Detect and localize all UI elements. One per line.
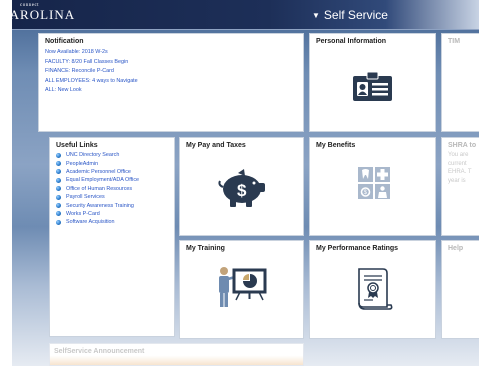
notification-link[interactable]: FINANCE: Reconcile P-Card: [45, 67, 138, 77]
tile-title: Notification: [45, 38, 84, 45]
shra-tile[interactable]: SHRA to You are current EHRA. T year is: [441, 137, 479, 236]
benefits-icon: $: [358, 167, 390, 199]
bullet-icon: [56, 152, 61, 158]
tile-title: TIM: [448, 38, 461, 45]
tile-title: Help: [448, 245, 464, 252]
dropdown-arrow-icon: ▼: [312, 11, 320, 20]
pay-and-taxes-tile[interactable]: My Pay and Taxes $: [179, 137, 304, 236]
tile-title: Useful Links: [56, 142, 98, 149]
personal-information-tile[interactable]: Personal Information: [309, 33, 436, 132]
useful-links-tile: Useful Links UNC Directory Search People…: [49, 137, 175, 337]
notification-link[interactable]: ALL EMPLOYEES: 4 ways to Navigate: [45, 77, 138, 87]
shra-line: current: [448, 160, 467, 167]
shra-line: year is: [448, 177, 466, 184]
tile-title: My Pay and Taxes: [186, 142, 246, 149]
useful-link[interactable]: PeopleAdmin: [56, 159, 139, 167]
top-banner: connect CAROLINA ▼Self Service: [12, 0, 479, 30]
presenter-icon: [219, 267, 267, 307]
bullet-icon: [56, 186, 61, 192]
selfservice-announcement: SelfService Announcement: [49, 343, 304, 366]
connect-carolina-logo[interactable]: CAROLINA: [12, 7, 75, 23]
bullet-icon: [56, 211, 61, 217]
link-label: UNC Directory Search: [66, 152, 120, 159]
tile-title: My Performance Ratings: [316, 245, 399, 252]
bullet-icon: [56, 177, 61, 183]
shra-text: You are current EHRA. T year is: [448, 151, 472, 185]
useful-link[interactable]: Academic Personnel Office: [56, 168, 139, 176]
bullet-icon: [56, 169, 61, 175]
tile-title: My Training: [186, 245, 225, 252]
svg-text:$: $: [237, 181, 247, 200]
link-label: Software Acquisition: [66, 219, 115, 226]
useful-link[interactable]: UNC Directory Search: [56, 151, 139, 159]
bullet-icon: [56, 219, 61, 225]
useful-links-list: UNC Directory Search PeopleAdmin Academi…: [56, 151, 139, 227]
notification-link[interactable]: FACULTY: 8/20 Fall Classes Begin: [45, 58, 138, 68]
training-tile[interactable]: My Training: [179, 240, 304, 339]
bullet-icon: [56, 203, 61, 209]
id-card-icon: [353, 72, 392, 101]
useful-link[interactable]: Works P-Card: [56, 210, 139, 218]
bullet-icon: [56, 161, 61, 167]
tile-title: Personal Information: [316, 38, 387, 45]
piggy-bank-icon: $: [218, 169, 265, 207]
notification-tile[interactable]: Notification Now Available: 2018 W-2s FA…: [38, 33, 304, 132]
page-background: connect CAROLINA ▼Self Service Notificat…: [12, 0, 479, 366]
benefits-tile[interactable]: My Benefits $: [309, 137, 436, 236]
certificate-icon: [358, 268, 393, 310]
nav-title-label: Self Service: [323, 8, 388, 22]
notification-link[interactable]: Now Available: 2018 W-2s: [45, 48, 138, 58]
useful-link[interactable]: Software Acquisition: [56, 218, 139, 226]
useful-link[interactable]: Equal Employment/ADA Office: [56, 176, 139, 184]
bullet-icon: [56, 194, 61, 200]
link-label: Office of Human Resources: [66, 185, 133, 192]
link-label: Works P-Card: [66, 210, 100, 217]
performance-ratings-tile[interactable]: My Performance Ratings: [309, 240, 436, 339]
shra-line: You are: [448, 152, 469, 158]
tim-tile[interactable]: TIM: [441, 33, 479, 132]
notification-link[interactable]: ALL: New Look: [45, 86, 138, 96]
useful-link[interactable]: Office of Human Resources: [56, 185, 139, 193]
tile-title: My Benefits: [316, 142, 356, 149]
navigation-dropdown[interactable]: ▼ Self Service: [312, 8, 388, 22]
tile-title: SHRA to: [448, 142, 477, 149]
notification-list: Now Available: 2018 W-2s FACULTY: 8/20 F…: [45, 48, 138, 96]
link-label: PeopleAdmin: [66, 160, 99, 167]
link-label: Payroll Services: [66, 194, 105, 201]
help-tile[interactable]: Help: [441, 240, 479, 339]
announcement-title: SelfService Announcement: [54, 348, 145, 355]
shra-line: EHRA. T: [448, 169, 472, 176]
link-label: Equal Employment/ADA Office: [66, 177, 140, 184]
useful-link[interactable]: Security Awareness Training: [56, 201, 139, 209]
link-label: Security Awareness Training: [66, 202, 134, 209]
useful-link[interactable]: Payroll Services: [56, 193, 139, 201]
link-label: Academic Personnel Office: [66, 168, 131, 175]
